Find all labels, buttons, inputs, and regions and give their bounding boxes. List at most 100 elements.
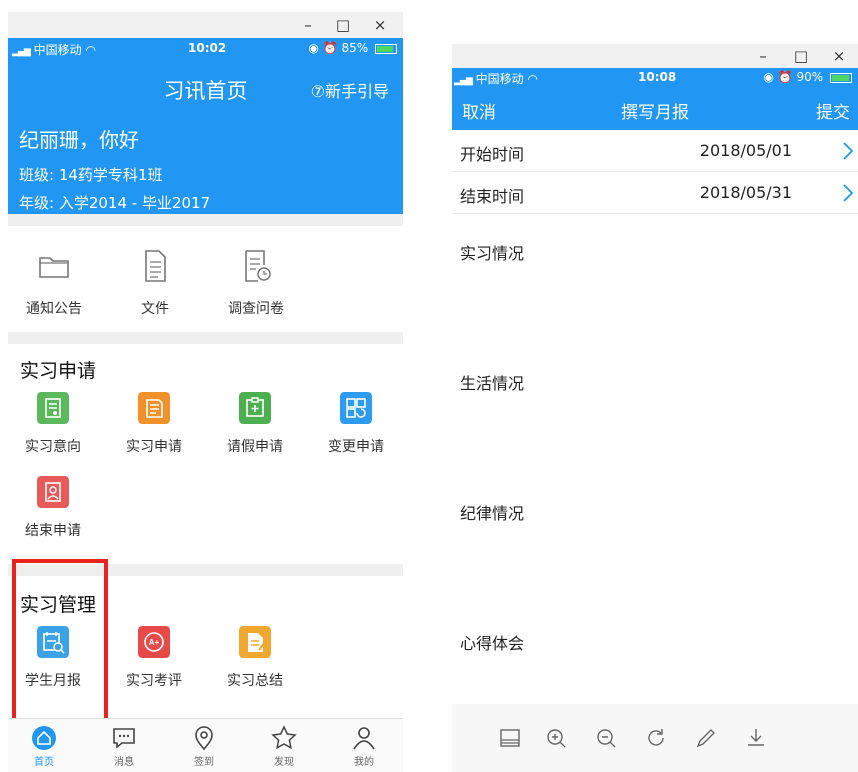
svg-text:A+: A+ bbox=[149, 638, 160, 647]
tab-label: 首页 bbox=[34, 757, 54, 768]
start-time-row[interactable]: 开始时间 2018/05/01 bbox=[452, 130, 858, 172]
nav-bar: 取消 撰写月报 提交 bbox=[452, 88, 858, 130]
home-icon bbox=[32, 726, 56, 750]
zoom-out-icon[interactable] bbox=[594, 726, 618, 750]
signal-icon: ▂▄▆ bbox=[454, 76, 473, 86]
evaluation-icon: A+ bbox=[138, 626, 170, 658]
status-right: ◉ ⏰ 85% bbox=[308, 41, 397, 55]
tab-message[interactable]: 消息 bbox=[94, 725, 154, 768]
tool-label: 调查问卷 bbox=[228, 301, 284, 317]
app-label: 结束申请 bbox=[25, 523, 81, 539]
lock-rotation-icon: ◉ bbox=[308, 41, 319, 55]
app-leave[interactable]: 请假申请 bbox=[210, 392, 300, 456]
app-label: 实习考评 bbox=[126, 673, 182, 689]
window-titlebar: – □ × bbox=[8, 12, 403, 38]
close-button[interactable]: × bbox=[365, 12, 395, 38]
leave-icon bbox=[239, 392, 271, 424]
end-icon bbox=[37, 476, 69, 508]
image-toolbar bbox=[452, 704, 858, 772]
right-phone-window: – □ × ▂▄▆ 中国移动 ◠ 10:08 ◉ ⏰ 90% 取消 撰写月报 提… bbox=[452, 44, 858, 772]
chevron-right-icon bbox=[843, 184, 854, 202]
tool-label: 通知公告 bbox=[26, 301, 82, 317]
wifi-icon: ◠ bbox=[85, 43, 96, 57]
battery-percent: 90% bbox=[796, 70, 824, 84]
application-icon bbox=[138, 392, 170, 424]
tool-survey[interactable]: 调查问卷 bbox=[216, 246, 296, 318]
layout-icon[interactable] bbox=[498, 726, 522, 750]
end-time-value: 2018/05/31 bbox=[699, 183, 792, 202]
tab-profile[interactable]: 我的 bbox=[334, 725, 394, 768]
app-end[interactable]: 结束申请 bbox=[8, 476, 98, 540]
app-label: 请假申请 bbox=[227, 439, 283, 455]
chevron-right-icon bbox=[843, 142, 854, 160]
tab-label: 我的 bbox=[354, 757, 374, 768]
guide-link[interactable]: ⑦新手引导 bbox=[311, 78, 389, 102]
lock-rotation-icon: ◉ bbox=[763, 70, 774, 84]
carrier-label: ▂▄▆ 中国移动 ◠ bbox=[12, 41, 96, 58]
intention-icon bbox=[37, 392, 69, 424]
section-life[interactable]: 生活情况 bbox=[460, 370, 524, 394]
status-bar: ▂▄▆ 中国移动 ◠ 10:02 ◉ ⏰ 85% bbox=[8, 38, 403, 60]
app-label: 实习总结 bbox=[227, 673, 283, 689]
pen-icon[interactable] bbox=[694, 726, 718, 750]
app-change[interactable]: 变更申请 bbox=[311, 392, 401, 456]
submit-button[interactable]: 提交 bbox=[816, 98, 850, 123]
grade-info: 年级: 入学2014 - 毕业2017 bbox=[19, 194, 211, 212]
tab-label: 签到 bbox=[194, 757, 214, 768]
tab-home[interactable]: 首页 bbox=[14, 725, 74, 768]
end-time-row[interactable]: 结束时间 2018/05/31 bbox=[452, 172, 858, 214]
maximize-button[interactable]: □ bbox=[786, 44, 816, 68]
tab-label: 消息 bbox=[114, 757, 134, 768]
change-icon bbox=[340, 392, 372, 424]
bottom-tab-bar: 首页 消息 签到 发现 我的 bbox=[8, 718, 403, 772]
app-evaluation[interactable]: A+ 实习考评 bbox=[109, 626, 199, 690]
tab-discover[interactable]: 发现 bbox=[254, 725, 314, 768]
folder-icon bbox=[39, 257, 69, 278]
divider bbox=[8, 214, 403, 226]
minimize-button[interactable]: – bbox=[293, 12, 323, 38]
app-intention[interactable]: 实习意向 bbox=[8, 392, 98, 456]
tab-checkin[interactable]: 签到 bbox=[174, 725, 234, 768]
zoom-in-icon[interactable] bbox=[544, 726, 568, 750]
maximize-button[interactable]: □ bbox=[328, 12, 358, 38]
profile-icon bbox=[353, 727, 375, 750]
app-internship-apply[interactable]: 实习申请 bbox=[109, 392, 199, 456]
tool-file[interactable]: 文件 bbox=[115, 246, 195, 318]
page-title: 撰写月报 bbox=[621, 103, 689, 123]
rotate-icon[interactable] bbox=[644, 726, 668, 750]
tool-notice[interactable]: 通知公告 bbox=[14, 246, 94, 318]
section-internship[interactable]: 实习情况 bbox=[460, 240, 524, 264]
tool-label: 文件 bbox=[141, 301, 169, 317]
alarm-icon: ⏰ bbox=[322, 41, 338, 55]
survey-icon bbox=[245, 250, 271, 282]
section-title-apply: 实习申请 bbox=[20, 360, 97, 382]
tab-label: 发现 bbox=[274, 757, 294, 768]
summary-icon bbox=[239, 626, 271, 658]
minimize-button[interactable]: – bbox=[748, 44, 778, 68]
close-button[interactable]: × bbox=[824, 44, 854, 68]
section-reflection[interactable]: 心得体会 bbox=[460, 630, 524, 654]
divider bbox=[8, 332, 403, 344]
carrier-name: 中国移动 bbox=[475, 72, 524, 86]
section-discipline[interactable]: 纪律情况 bbox=[460, 500, 524, 524]
home-header: 习讯首页 ⑦新手引导 纪丽珊，你好 班级: 14药学专科1班 年级: 入学201… bbox=[8, 60, 403, 214]
highlight-box bbox=[12, 559, 108, 726]
app-label: 变更申请 bbox=[328, 439, 384, 455]
app-label: 实习意向 bbox=[25, 439, 81, 455]
file-icon bbox=[145, 250, 166, 282]
left-phone-window: – □ × ▂▄▆ 中国移动 ◠ 10:02 ◉ ⏰ 85% 习讯首页 ⑦新手引… bbox=[8, 12, 403, 772]
signal-icon: ▂▄▆ bbox=[12, 47, 31, 57]
wifi-icon: ◠ bbox=[527, 72, 538, 86]
message-icon bbox=[113, 728, 135, 749]
status-time: 10:02 bbox=[188, 41, 227, 55]
status-right: ◉ ⏰ 90% bbox=[763, 70, 852, 84]
app-label: 实习申请 bbox=[126, 439, 182, 455]
download-icon[interactable] bbox=[744, 726, 768, 750]
alarm-icon: ⏰ bbox=[777, 70, 793, 84]
end-time-label: 结束时间 bbox=[460, 187, 525, 206]
app-summary[interactable]: 实习总结 bbox=[210, 626, 300, 690]
battery-icon bbox=[830, 72, 852, 83]
status-time: 10:08 bbox=[638, 70, 677, 84]
greeting-text: 纪丽珊，你好 bbox=[19, 128, 139, 152]
start-time-label: 开始时间 bbox=[460, 145, 525, 164]
